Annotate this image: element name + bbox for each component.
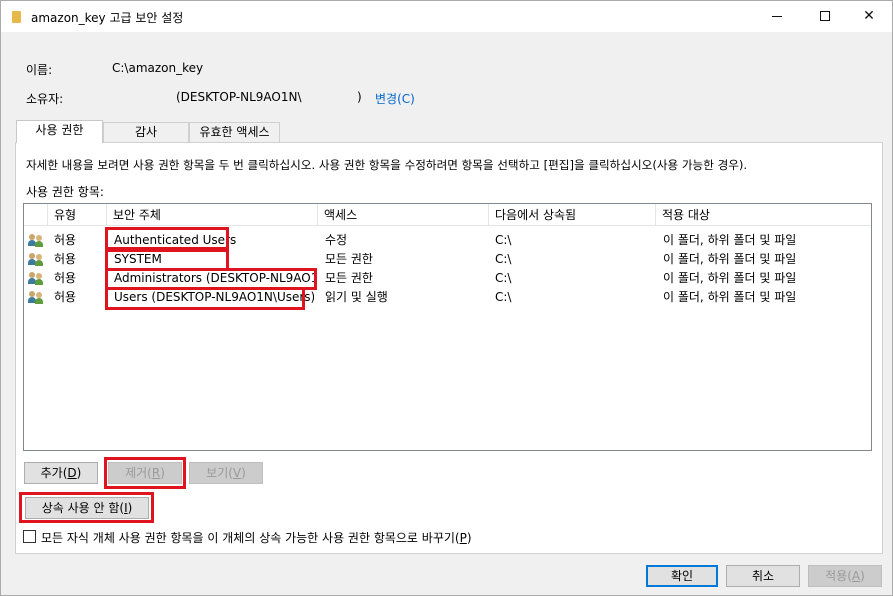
disable-inheritance-button[interactable]: 상속 사용 안 함(I) [25,497,149,519]
table-row[interactable]: 허용 SYSTEM 모든 권한 C:\ 이 폴더, 하위 폴더 및 파일 [24,250,871,269]
view-button-paren: ) [241,466,246,480]
security-settings-window: amazon_key 고급 보안 설정 ✕ 이름: C:\ amazon_key … [0,0,893,596]
tab-auditing[interactable]: 감사 [103,122,189,142]
ok-button[interactable]: 확인 [646,565,718,587]
table-row[interactable]: 허용 Authenticated Users 수정 C:\ 이 폴더, 하위 폴… [24,231,871,250]
cell-type: 허용 [54,290,77,304]
cell-inherited: C:\ [495,233,512,247]
cell-type: 허용 [54,271,77,285]
remove-button-paren: ) [160,466,165,480]
column-access[interactable]: 액세스 [318,204,489,226]
view-button-key: V [232,466,242,480]
column-type[interactable]: 유형 [48,204,107,226]
cell-type: 허용 [54,233,77,247]
instructions-text: 자세한 내용을 보려면 사용 권한 항목을 두 번 클릭하십시오. 사용 권한 … [26,158,748,172]
column-principal[interactable]: 보안 주체 [107,204,318,226]
tab-effective-access[interactable]: 유효한 액세스 [189,122,280,142]
title-bar[interactable]: amazon_key 고급 보안 설정 ✕ [1,1,892,32]
add-button-key: D [67,466,77,480]
cell-access: 모든 권한 [325,252,373,266]
checkbox-label-text: 모든 자식 개체 사용 권한 항목을 이 개체의 상속 가능한 사용 권한 항목… [41,531,460,545]
remove-button[interactable]: 제거(R) [108,462,182,484]
disable-inheritance-label: 상속 사용 안 함( [41,501,125,515]
cell-type: 허용 [54,252,77,266]
apply-button[interactable]: 적용(A) [808,565,882,587]
checkbox-label-paren: ) [466,531,472,545]
name-value: C:\amazon_key [112,61,204,75]
window-title: amazon_key 고급 보안 설정 [31,11,184,25]
user-group-icon [28,291,44,304]
view-button-label: 보기( [206,466,233,480]
list-header: 유형 보안 주체 액세스 다음에서 상속됨 적용 대상 [24,204,871,226]
cell-inherited: C:\ [495,290,512,304]
column-icon [24,204,48,226]
apply-button-label: 적용( [825,569,852,583]
remove-button-key: R [151,466,161,480]
user-group-icon [28,272,44,285]
user-group-icon [28,234,44,247]
table-row[interactable]: 허용 Users (DESKTOP-NL9AO1N\Users) 읽기 및 실행… [24,288,871,307]
cell-principal: Authenticated Users [114,233,237,247]
replace-child-permissions-checkbox[interactable] [23,530,36,543]
cell-access: 수정 [325,233,348,247]
remove-button-label: 제거( [125,466,152,480]
close-icon: ✕ [863,8,875,24]
entries-label: 사용 권한 항목: [26,185,104,199]
cell-applies: 이 폴더, 하위 폴더 및 파일 [663,252,797,266]
view-button[interactable]: 보기(V) [189,462,263,484]
folder-icon [12,11,21,23]
minimize-button[interactable] [754,1,800,32]
cell-principal: Users (DESKTOP-NL9AO1N\Users) [114,290,314,304]
add-button-paren: ) [76,466,82,480]
user-group-icon [28,253,44,266]
cell-inherited: C:\ [495,271,512,285]
maximize-icon [820,11,830,21]
cell-applies: 이 폴더, 하위 폴더 및 파일 [663,290,797,304]
owner-value-close: ) [357,90,362,104]
disable-inheritance-paren: ) [127,501,133,515]
cell-access: 읽기 및 실행 [325,290,388,304]
owner-value: (DESKTOP-NL9AO1N\ [176,90,302,104]
add-button[interactable]: 추가(D) [24,462,98,484]
cell-principal: Administrators (DESKTOP-NL9AO1... [114,271,314,285]
tab-permissions[interactable]: 사용 권한 [16,120,103,143]
add-button-label: 추가( [40,466,68,480]
cancel-button[interactable]: 취소 [726,565,800,587]
column-inherited-from[interactable]: 다음에서 상속됨 [489,204,656,226]
close-button[interactable]: ✕ [846,1,892,32]
change-owner-link[interactable]: 변경(C) [375,90,415,107]
owner-label: 소유자: [26,92,64,106]
cell-access: 모든 권한 [325,271,373,285]
table-row[interactable]: 허용 Administrators (DESKTOP-NL9AO1... 모든 … [24,269,871,288]
replace-child-permissions-label[interactable]: 모든 자식 개체 사용 권한 항목을 이 개체의 상속 가능한 사용 권한 항목… [41,529,472,546]
cell-principal: SYSTEM [114,252,162,266]
permission-entries-list[interactable]: 유형 보안 주체 액세스 다음에서 상속됨 적용 대상 허용 Authentic… [23,203,872,451]
cell-inherited: C:\ [495,252,512,266]
checkbox-label-key: P [459,531,467,545]
cell-applies: 이 폴더, 하위 폴더 및 파일 [663,271,797,285]
apply-button-key: A [851,569,861,583]
name-label: 이름: [26,63,53,77]
column-applies-to[interactable]: 적용 대상 [656,204,871,226]
maximize-button[interactable] [802,1,848,32]
cell-applies: 이 폴더, 하위 폴더 및 파일 [663,233,797,247]
minimize-icon [772,15,782,17]
apply-button-paren: ) [860,569,865,583]
